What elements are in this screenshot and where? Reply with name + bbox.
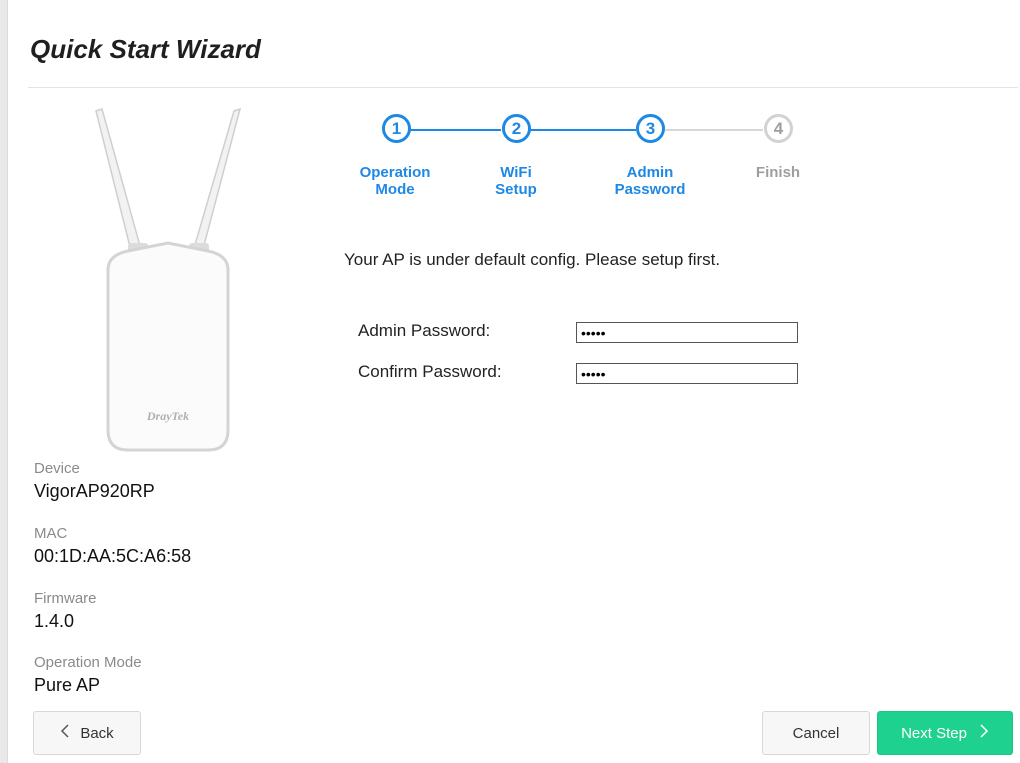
step-2-circle: 2	[502, 114, 531, 143]
admin-password-label: Admin Password:	[358, 321, 491, 340]
wizard-stepper: 1 2 3 4 Operation Mode WiFi Setup Admin …	[340, 108, 820, 208]
cancel-button-label: Cancel	[792, 724, 840, 742]
next-step-button[interactable]: Next Step	[877, 711, 1013, 755]
step-3-label-line2: Password	[614, 181, 686, 198]
admin-password-field[interactable]	[576, 322, 798, 343]
operation-mode-value: Pure AP	[34, 675, 101, 695]
step-2-label-line2: Setup	[495, 181, 537, 198]
confirm-password-field[interactable]	[576, 363, 798, 384]
step-1-label-line1: Operation	[359, 164, 431, 181]
back-button-label: Back	[80, 724, 114, 742]
step-connector-2-3	[530, 129, 636, 131]
firmware-info: Firmware 1.4.0	[34, 590, 97, 632]
step-1-label: Operation Mode	[340, 164, 450, 198]
step-2-label-line1: WiFi	[500, 164, 532, 181]
mac-info: MAC 00:1D:AA:5C:A6:58	[34, 525, 191, 567]
firmware-label: Firmware	[34, 590, 97, 607]
step-2-label: WiFi Setup	[461, 164, 571, 198]
step-4-circle: 4	[764, 114, 793, 143]
step-4-label-line1: Finish	[755, 164, 801, 181]
confirm-password-label: Confirm Password:	[358, 362, 502, 381]
step-3-circle: 3	[636, 114, 665, 143]
step-1-circle: 1	[382, 114, 411, 143]
device-image: DrayTek	[95, 107, 242, 452]
mac-value: 00:1D:AA:5C:A6:58	[34, 546, 192, 566]
mac-label: MAC	[34, 525, 68, 542]
operation-mode-info: Operation Mode Pure AP	[34, 654, 142, 696]
firmware-value: 1.4.0	[34, 611, 75, 631]
device-label: Device	[34, 460, 80, 477]
next-step-button-label: Next Step	[901, 724, 967, 742]
cancel-button[interactable]: Cancel	[762, 711, 870, 755]
header-divider	[28, 87, 1018, 88]
brand-logo: DrayTek	[146, 409, 189, 423]
intro-text: Your AP is under default config. Please …	[344, 250, 721, 269]
device-value: VigorAP920RP	[34, 481, 155, 501]
device-info: Device VigorAP920RP	[34, 460, 155, 502]
back-button[interactable]: Back	[33, 711, 141, 755]
step-3-label: Admin Password	[595, 164, 705, 198]
page-title: Quick Start Wizard	[30, 34, 261, 64]
operation-mode-label: Operation Mode	[34, 654, 142, 671]
chevron-right-icon	[979, 723, 989, 743]
step-1-label-line2: Mode	[375, 181, 415, 198]
step-3-label-line1: Admin	[626, 164, 674, 181]
step-4-label: Finish	[723, 164, 833, 181]
step-connector-3-4	[665, 129, 763, 131]
chevron-left-icon	[60, 723, 70, 743]
left-edge-bar	[0, 0, 8, 763]
